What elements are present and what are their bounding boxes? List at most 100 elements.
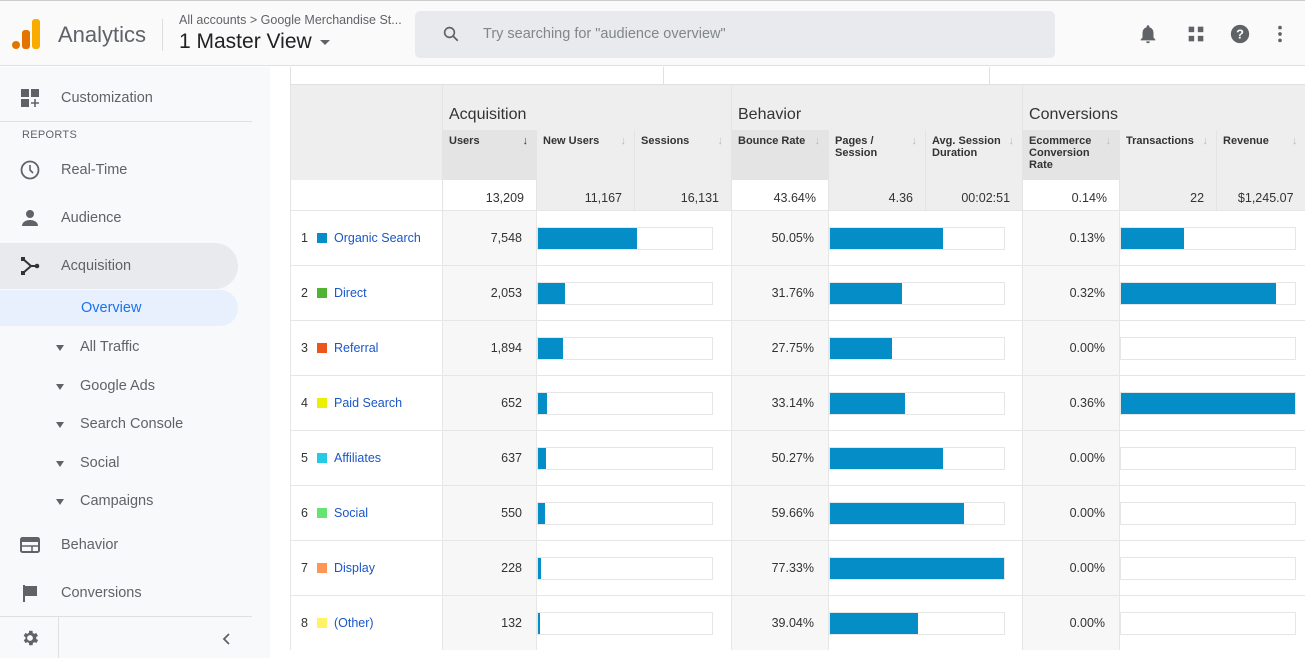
column-header-sessions[interactable]: Sessions ↓ xyxy=(634,130,732,180)
column-header-revenue[interactable]: Revenue ↓ xyxy=(1216,130,1305,180)
flag-icon xyxy=(23,585,37,602)
total-value: 0.14% xyxy=(1022,180,1120,210)
sidebar-item-campaigns[interactable]: Campaigns xyxy=(0,483,238,519)
collapse-chevron-left-icon[interactable] xyxy=(220,632,234,646)
bounce-bar-fill xyxy=(830,502,965,524)
conversion-bar-fill xyxy=(1121,282,1276,304)
top-bar: Analytics All accounts > Google Merchand… xyxy=(0,0,1305,66)
sort-arrow-icon[interactable]: ↓ xyxy=(1009,135,1015,147)
sidebar-item-label: Acquisition xyxy=(61,258,132,274)
bounce-bar-fill xyxy=(830,227,943,249)
bounce-rate-value: 39.04% xyxy=(731,594,829,650)
users-bar-fill xyxy=(538,447,547,469)
conversion-bar-track xyxy=(1120,281,1297,305)
svg-text:?: ? xyxy=(1236,27,1244,42)
column-header-pages-per-session[interactable]: Pages / Session ↓ xyxy=(828,130,926,180)
bounce-bar-cell xyxy=(827,539,1023,595)
channel-link[interactable]: Display xyxy=(334,561,375,575)
sort-arrow-icon[interactable]: ↓ xyxy=(1292,135,1298,147)
apps-grid-icon[interactable] xyxy=(1185,23,1207,45)
sidebar-item-search-console[interactable]: Search Console xyxy=(0,406,238,442)
column-label: Sessions xyxy=(641,135,690,147)
column-header-transactions[interactable]: Transactions ↓ xyxy=(1119,130,1217,180)
sidebar-item-social[interactable]: Social xyxy=(0,445,238,481)
sidebar-item-label: Overview xyxy=(81,300,142,316)
users-bar-cell xyxy=(536,429,732,485)
total-value: 13,209 xyxy=(442,180,537,210)
help-icon[interactable]: ? xyxy=(1229,23,1251,45)
sidebar-item-all-traffic[interactable]: All Traffic xyxy=(0,329,238,365)
sidebar-item-acquisition[interactable]: Acquisition xyxy=(0,243,238,289)
conversion-bar-track xyxy=(1120,501,1297,525)
row-rank: 3 xyxy=(301,340,308,355)
view-selector[interactable]: 1 Master View xyxy=(179,30,330,54)
sort-arrow-icon[interactable]: ↓ xyxy=(1106,135,1112,147)
bounce-bar-track xyxy=(829,226,1005,250)
sort-arrow-icon[interactable]: ↓ xyxy=(718,135,724,147)
channel-link[interactable]: (Other) xyxy=(334,616,374,630)
channel-link[interactable]: Paid Search xyxy=(334,396,402,410)
bounce-bar-cell xyxy=(827,429,1023,485)
more-vert-icon[interactable] xyxy=(1269,23,1291,45)
channel-color-swatch xyxy=(317,617,327,628)
sort-arrow-icon[interactable]: ↓ xyxy=(912,135,918,147)
explorer-table: Acquisition Behavior Conversions Users ↓ … xyxy=(290,85,1305,650)
expand-triangle-icon xyxy=(56,345,64,351)
users-bar-track xyxy=(537,501,713,525)
channel-cell: 6 Social xyxy=(290,484,443,540)
column-header-bounce-rate[interactable]: Bounce Rate ↓ xyxy=(731,130,829,180)
search-input[interactable]: Try searching for "audience overview" xyxy=(483,26,726,42)
sidebar-item-audience[interactable]: Audience xyxy=(0,195,238,241)
channel-link[interactable]: Direct xyxy=(334,286,367,300)
table-row: 7 Display 228 77.33% 0.00% xyxy=(290,539,1305,595)
column-header-new-users[interactable]: New Users ↓ xyxy=(536,130,635,180)
channel-cell: 4 Paid Search xyxy=(290,374,443,430)
column-header-users[interactable]: Users ↓ xyxy=(442,130,537,180)
channel-link[interactable]: Social xyxy=(334,506,368,520)
expand-triangle-icon xyxy=(56,461,64,467)
sidebar-item-behavior[interactable]: Behavior xyxy=(0,522,238,568)
search-bar[interactable]: Try searching for "audience overview" xyxy=(415,11,1055,58)
bounce-bar-fill xyxy=(830,612,918,634)
conversion-bar-cell xyxy=(1119,209,1305,265)
channel-cell: 3 Referral xyxy=(290,319,443,375)
channel-color-swatch xyxy=(317,397,327,408)
total-value: $1,245.07 xyxy=(1216,180,1305,210)
group-header-acquisition: Acquisition xyxy=(442,85,732,130)
column-label: Pages / Session xyxy=(835,135,878,159)
sort-arrow-icon[interactable]: ↓ xyxy=(815,135,821,147)
account-breadcrumb[interactable]: All accounts > Google Merchandise St... xyxy=(179,13,402,27)
column-header-avg-session-duration[interactable]: Avg. Session Duration ↓ xyxy=(924,130,1023,180)
row-rank: 4 xyxy=(301,395,308,410)
sort-arrow-icon[interactable]: ↓ xyxy=(621,135,627,147)
conversion-rate-value: 0.00% xyxy=(1022,539,1120,595)
bounce-bar-track xyxy=(829,556,1005,580)
conversion-bar-track xyxy=(1120,556,1297,580)
column-label: Transactions xyxy=(1126,135,1194,147)
bell-icon[interactable] xyxy=(1137,23,1159,45)
sidebar-item-real-time[interactable]: Real-Time xyxy=(0,147,238,193)
sidebar-item-customization[interactable]: Customization xyxy=(0,75,238,121)
users-bar-track xyxy=(537,611,713,635)
channel-color-swatch xyxy=(317,452,327,463)
channel-link[interactable]: Referral xyxy=(334,341,378,355)
conversion-rate-value: 0.00% xyxy=(1022,429,1120,485)
table-row: 2 Direct 2,053 31.76% 0.32% xyxy=(290,264,1305,320)
acquisition-icon xyxy=(21,257,40,275)
sidebar-item-google-ads[interactable]: Google Ads xyxy=(0,368,238,404)
channel-cell: 2 Direct xyxy=(290,264,443,320)
sidebar-item-conversions[interactable]: Conversions xyxy=(0,570,238,616)
channel-link[interactable]: Organic Search xyxy=(334,231,421,245)
users-bar-track xyxy=(537,446,713,470)
report-area: Acquisition Behavior Conversions Users ↓ … xyxy=(270,67,1305,658)
sort-arrow-icon[interactable]: ↓ xyxy=(1203,135,1209,147)
channel-link[interactable]: Affiliates xyxy=(334,451,381,465)
settings-gear-icon[interactable] xyxy=(20,628,40,648)
sidebar-item-label: Customization xyxy=(61,90,153,106)
bounce-bar-cell xyxy=(827,594,1023,650)
sidebar-item-overview[interactable]: Overview xyxy=(0,290,238,326)
sidebar-item-label: Behavior xyxy=(61,537,119,553)
analytics-logo-icon[interactable] xyxy=(12,19,40,49)
column-header-ecommerce-conversion-rate[interactable]: Ecommerce Conversion Rate ↓ xyxy=(1022,130,1120,180)
sort-arrow-icon[interactable]: ↓ xyxy=(523,135,529,147)
